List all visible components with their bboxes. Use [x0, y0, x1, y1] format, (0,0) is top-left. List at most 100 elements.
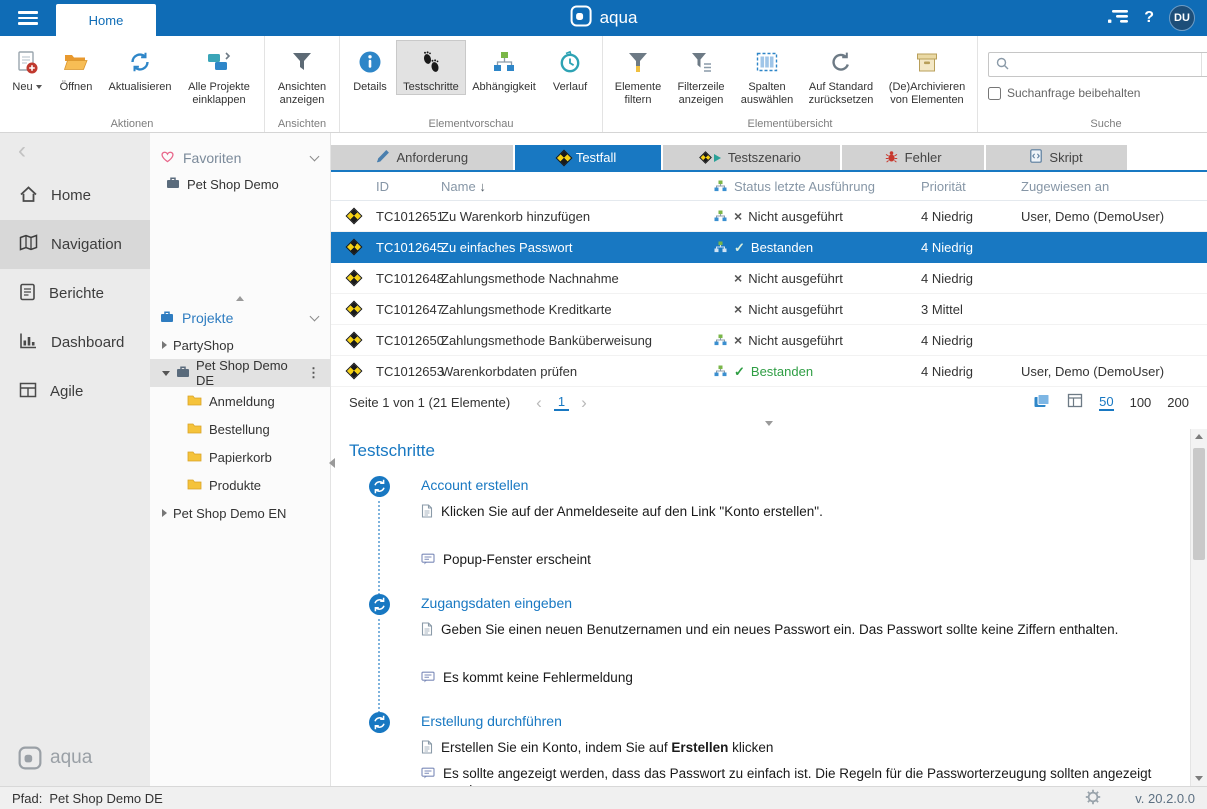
status-cross-icon: × — [734, 333, 742, 347]
tree-item-papierkorb[interactable]: Papierkorb — [150, 443, 330, 471]
column-header-id[interactable]: ID — [376, 179, 441, 194]
sidebar-item-navigation[interactable]: Navigation — [0, 220, 150, 269]
auf-standard-button[interactable]: Auf Standard zurücksetzen — [801, 40, 881, 107]
verlauf-button[interactable]: Verlauf — [542, 40, 598, 95]
tree-item-bestellung[interactable]: Bestellung — [150, 415, 330, 443]
oeffnen-button[interactable]: Öffnen — [50, 40, 102, 95]
expand-right-icon[interactable] — [162, 509, 167, 517]
neu-button[interactable]: Neu — [4, 40, 50, 95]
spalten-auswaehlen-button[interactable]: Spalten auswählen — [733, 40, 801, 107]
search-dropdown-caret-icon[interactable] — [1201, 53, 1207, 76]
map-icon — [19, 234, 38, 255]
sidebar-item-home[interactable]: Home — [0, 171, 150, 220]
group-label-elementvorschau: Elementvorschau — [340, 118, 602, 130]
tab-testfall[interactable]: Testfall — [515, 145, 661, 170]
network-status-icon[interactable] — [1107, 9, 1129, 28]
column-header-name[interactable]: Name ↓ — [441, 179, 706, 194]
table-row[interactable]: TC1012653 Warenkorbdaten prüfen ✓Bestand… — [331, 356, 1207, 387]
folder-icon — [187, 478, 202, 493]
table-row[interactable]: TC1012648 Zahlungsmethode Nachnahme ×Nic… — [331, 263, 1207, 294]
step-title[interactable]: Zugangsdaten eingeben — [421, 595, 1167, 611]
expand-right-icon[interactable] — [162, 341, 167, 349]
tab-home[interactable]: Home — [56, 4, 156, 36]
testcase-checkered-icon — [346, 364, 360, 378]
column-header-status[interactable]: Status letzte Ausführung — [734, 179, 921, 194]
batch-view-icon[interactable] — [1033, 393, 1051, 412]
dearchivieren-button[interactable]: (De)Archivieren von Elementen — [881, 40, 973, 107]
favorites-header[interactable]: Favoriten — [150, 145, 330, 171]
table-row[interactable]: TC1012651 Zu Warenkorb hinzufügen ×Nicht… — [331, 201, 1207, 232]
settings-gear-icon[interactable] — [1085, 789, 1101, 808]
elemente-filtern-button[interactable]: Elemente filtern — [607, 40, 669, 107]
help-icon[interactable]: ? — [1144, 9, 1154, 27]
keep-search-checkbox[interactable] — [988, 87, 1001, 100]
ribbon: Neu Öffnen Aktualisieren Alle Projekte e… — [0, 36, 1207, 133]
details-button[interactable]: Details — [344, 40, 396, 95]
ribbon-group-suche: Suchanfrage beibehalten Suche — [978, 36, 1207, 132]
user-avatar[interactable]: DU — [1169, 5, 1195, 31]
next-page-icon[interactable]: › — [581, 394, 587, 411]
prev-page-icon[interactable]: ‹ — [536, 394, 542, 411]
step-title[interactable]: Account erstellen — [421, 477, 1167, 493]
reset-undo-icon — [829, 46, 853, 78]
page-size-100[interactable]: 100 — [1130, 395, 1152, 410]
scrollbar-thumb[interactable] — [1193, 448, 1205, 560]
scroll-down-icon[interactable] — [1191, 771, 1207, 786]
dependency-icon — [706, 334, 734, 346]
alle-projekte-einklappen-button[interactable]: Alle Projekte einklappen — [178, 40, 260, 107]
tree-item-petshop-de[interactable]: Pet Shop Demo DE ⋮ — [150, 359, 330, 387]
tab-fehler[interactable]: Fehler — [842, 145, 984, 170]
sidebar-collapse-icon[interactable]: ‹ — [0, 133, 150, 171]
page-size-50[interactable]: 50 — [1099, 394, 1113, 411]
hamburger-menu-icon[interactable] — [0, 0, 56, 36]
sidebar-label: Navigation — [51, 236, 122, 253]
sidebar-item-dashboard[interactable]: Dashboard — [0, 318, 150, 367]
step-title[interactable]: Erstellung durchführen — [421, 713, 1167, 729]
table-row-selected[interactable]: TC1012645 Zu einfaches Passwort ✓Bestand… — [331, 232, 1207, 263]
dependency-icon — [706, 241, 734, 253]
sidebar-item-berichte[interactable]: Berichte — [0, 269, 150, 318]
expand-down-icon[interactable] — [162, 371, 170, 376]
cell-prioritaet: 4 Niedrig — [921, 364, 1021, 379]
current-page[interactable]: 1 — [554, 394, 569, 411]
page-size-200[interactable]: 200 — [1167, 395, 1189, 410]
filterzeile-anzeigen-button[interactable]: Filterzeile anzeigen — [669, 40, 733, 107]
table-row[interactable]: TC1012647 Zahlungsmethode Kreditkarte ×N… — [331, 294, 1207, 325]
cell-prioritaet: 4 Niedrig — [921, 333, 1021, 348]
abhaengigkeit-button[interactable]: Abhängigkeit — [466, 40, 542, 95]
tab-label: Anforderung — [397, 150, 469, 165]
tab-skript[interactable]: Skript — [986, 145, 1127, 170]
column-header-prioritaet[interactable]: Priorität — [921, 179, 1021, 194]
tree-item-label: PartyShop — [173, 338, 234, 353]
tab-testszenario[interactable]: Testszenario — [663, 145, 841, 170]
table-row[interactable]: TC1012650 Zahlungsmethode Banküberweisun… — [331, 325, 1207, 356]
column-header-zugewiesen[interactable]: Zugewiesen an — [1021, 179, 1207, 194]
open-folder-icon — [63, 46, 89, 78]
tree-item-petshop-en[interactable]: Pet Shop Demo EN — [150, 499, 330, 527]
tree-item-partyshop[interactable]: PartyShop — [150, 331, 330, 359]
heart-icon — [160, 150, 175, 166]
aqua-logo-icon — [570, 5, 592, 32]
aktualisieren-button[interactable]: Aktualisieren — [102, 40, 178, 95]
vertical-scrollbar[interactable] — [1190, 429, 1207, 786]
tab-anforderung[interactable]: Anforderung — [331, 145, 513, 170]
history-clock-icon — [558, 46, 582, 78]
column-header-dependency[interactable] — [706, 180, 734, 192]
tree-item-produkte[interactable]: Produkte — [150, 471, 330, 499]
scroll-up-icon[interactable] — [1191, 429, 1207, 444]
favorites-splitter[interactable] — [150, 291, 330, 305]
project-explorer: Favoriten Pet Shop Demo Projekte PartySh… — [150, 133, 330, 786]
tree-item-anmeldung[interactable]: Anmeldung — [150, 387, 330, 415]
detail-panel-splitter[interactable] — [331, 417, 1207, 429]
ansichten-anzeigen-button[interactable]: Ansichten anzeigen — [269, 40, 335, 107]
expected-result-icon — [421, 552, 435, 570]
projects-header[interactable]: Projekte — [150, 305, 330, 331]
grid-view-icon[interactable] — [1067, 393, 1083, 411]
favorite-item[interactable]: Pet Shop Demo — [150, 171, 330, 197]
kebab-menu-icon[interactable]: ⋮ — [307, 365, 320, 381]
sidebar-item-agile[interactable]: Agile — [0, 367, 150, 416]
testschritte-button[interactable]: Testschritte — [396, 40, 466, 95]
ribbon-group-elementvorschau: Details Testschritte Abhängigkeit Verlau… — [340, 36, 603, 132]
search-input[interactable] — [1013, 54, 1201, 75]
dependency-icon — [706, 365, 734, 377]
